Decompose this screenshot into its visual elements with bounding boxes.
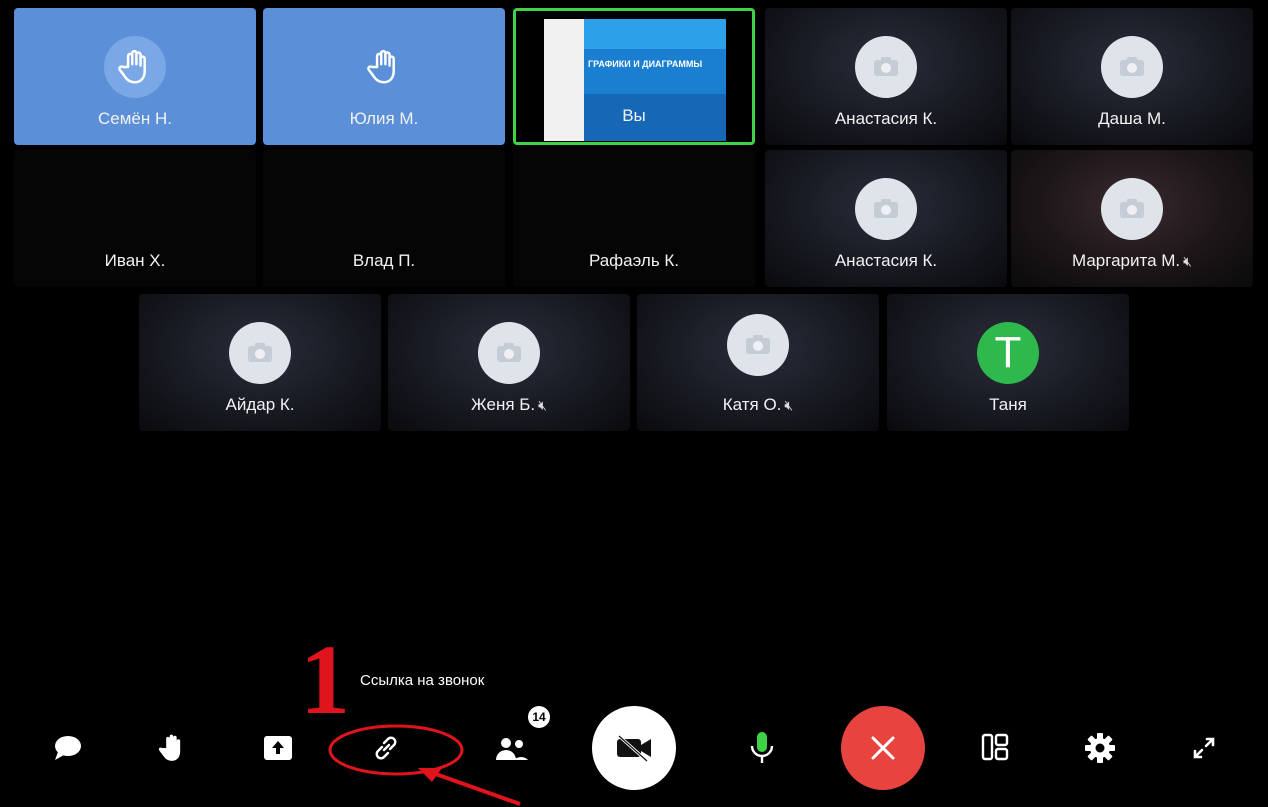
annotation-arrow <box>418 768 521 806</box>
participant-name: Даша М. <box>1098 109 1166 128</box>
fullscreen-icon <box>1193 737 1215 759</box>
participant-name: Рафаэль К. <box>588 251 680 270</box>
link-tooltip: Ссылка на звонок <box>360 672 485 689</box>
camera-icon <box>727 314 789 376</box>
participant-name: Юлия М. <box>349 109 419 128</box>
participant-avatar: Т <box>977 322 1039 384</box>
fullscreen-button[interactable] <box>1184 728 1224 768</box>
participants-button[interactable] <box>490 728 534 768</box>
raised-hand-icon <box>353 36 415 98</box>
participant-name: Иван Х. <box>104 251 166 270</box>
raise-hand-button[interactable] <box>152 728 192 768</box>
mic-muted-icon: 🔇︎ <box>1183 253 1192 269</box>
participant-tile[interactable]: Даша М. <box>1011 8 1253 145</box>
camera-icon <box>1101 178 1163 240</box>
participant-name: Влад П. <box>352 251 416 270</box>
annotation-number: 1 <box>300 624 350 735</box>
layout-button[interactable] <box>975 728 1015 768</box>
participant-tile[interactable]: Влад П. <box>263 150 505 287</box>
chat-button[interactable] <box>48 728 88 768</box>
self-tile[interactable]: ГРАФИКИ И ДИАГРАММЫ Вы <box>513 8 755 145</box>
camera-icon <box>855 36 917 98</box>
participant-name: Таня <box>989 395 1027 414</box>
chat-icon <box>55 736 81 760</box>
participant-name: Женя Б. <box>471 395 536 414</box>
camera-toggle-button[interactable] <box>592 706 676 790</box>
camera-icon <box>229 322 291 384</box>
participant-name: Вы <box>622 106 646 125</box>
mic-muted-icon: 🔇︎ <box>538 397 547 413</box>
participants-icon <box>496 738 528 760</box>
camera-icon <box>855 178 917 240</box>
settings-icon <box>1085 733 1115 763</box>
share-screen-icon <box>264 736 292 760</box>
participant-name: Семён Н. <box>98 109 172 128</box>
layout-icon <box>981 733 1009 761</box>
participant-tile[interactable]: Семён Н. <box>14 8 256 145</box>
settings-button[interactable] <box>1080 728 1120 768</box>
participant-tile[interactable]: Т Таня <box>887 294 1129 431</box>
participant-name: Айдар К. <box>225 395 295 414</box>
participant-tile[interactable]: Женя Б. 🔇︎ <box>388 294 630 431</box>
end-call-button[interactable] <box>841 706 925 790</box>
participant-name: Анастасия К. <box>834 251 938 270</box>
end-call-icon <box>871 736 895 760</box>
participant-name: Катя О. <box>722 395 782 414</box>
participants-count-badge: 14 <box>528 706 550 728</box>
raise-hand-icon <box>158 734 181 761</box>
microphone-button[interactable] <box>742 728 782 768</box>
participant-tile[interactable]: Иван Х. <box>14 150 256 287</box>
camera-icon <box>478 322 540 384</box>
participant-tile[interactable]: Маргарита М. 🔇︎ <box>1011 150 1253 287</box>
microphone-icon <box>750 732 774 763</box>
participant-tile[interactable]: Айдар К. <box>139 294 381 431</box>
mic-muted-icon: 🔇︎ <box>784 397 794 413</box>
participant-tile[interactable]: Юлия М. <box>263 8 505 145</box>
participant-tile[interactable]: Анастасия К. <box>765 8 1007 145</box>
camera-icon <box>1101 36 1163 98</box>
participant-tile[interactable]: Анастасия К. <box>765 150 1007 287</box>
camera-off-icon <box>617 734 651 763</box>
share-screen-button[interactable] <box>258 728 298 768</box>
slide-title: ГРАФИКИ И ДИАГРАММЫ <box>588 59 703 69</box>
participant-tile[interactable]: Катя О. 🔇︎ <box>637 294 879 431</box>
raised-hand-icon <box>104 36 166 98</box>
participant-name: Анастасия К. <box>834 109 938 128</box>
participant-name-row: Маргарита М. 🔇︎ <box>1011 251 1253 271</box>
participant-name-row: Женя Б. 🔇︎ <box>388 395 630 415</box>
participant-tile[interactable]: Рафаэль К. <box>513 150 755 287</box>
participant-name: Маргарита М. <box>1072 251 1181 270</box>
participant-name-row: Катя О. 🔇︎ <box>637 395 879 415</box>
